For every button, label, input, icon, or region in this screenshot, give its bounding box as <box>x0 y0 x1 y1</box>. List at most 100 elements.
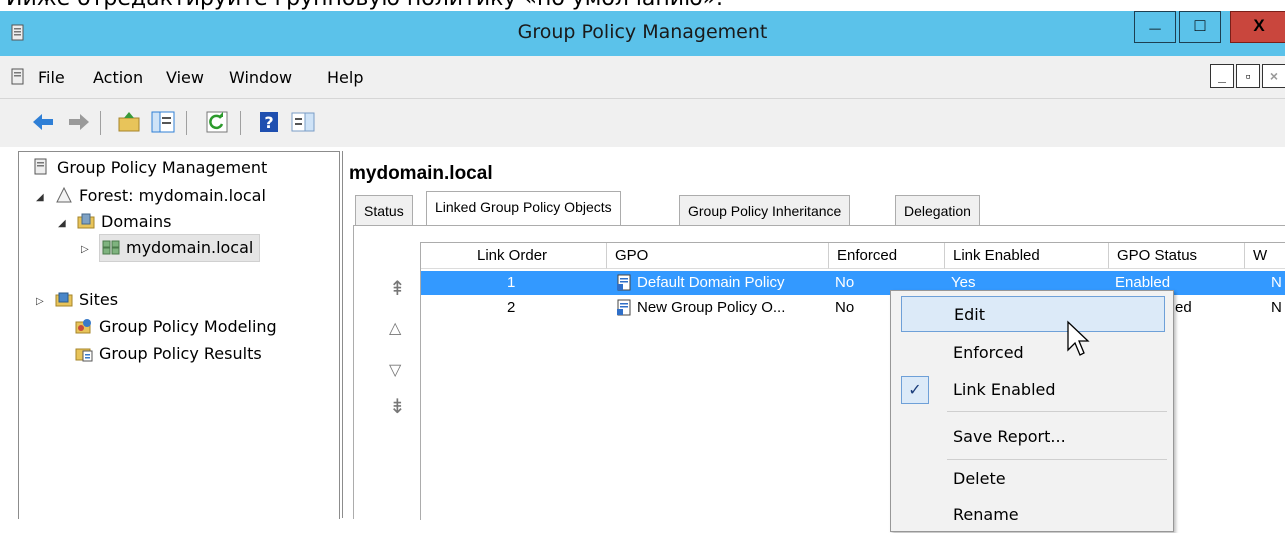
cell-gpo-name: New Group Policy O... <box>637 299 786 316</box>
gpo-script-icon <box>617 274 631 291</box>
page-title: mydomain.local <box>349 163 493 184</box>
column-header-gpo[interactable]: GPO <box>607 243 829 269</box>
column-header-link-order[interactable]: Link Order <box>421 243 607 269</box>
tree-label: Sites <box>79 290 119 309</box>
mdi-close-button[interactable]: × <box>1262 64 1285 88</box>
menu-action[interactable]: Action <box>93 68 143 87</box>
move-down-icon[interactable]: ▽ <box>389 360 401 380</box>
cell-link-order: 1 <box>507 274 516 291</box>
menu-item-label: Enforced <box>953 343 1024 362</box>
column-header-wmi[interactable]: W <box>1245 243 1285 269</box>
move-up-icon[interactable]: △ <box>389 318 401 338</box>
modeling-icon <box>75 319 91 334</box>
tree-item-modeling[interactable]: Group Policy Modeling <box>75 314 277 340</box>
tab-linked-gpos[interactable]: Linked Group Policy Objects <box>426 191 621 226</box>
svg-text:?: ? <box>264 113 273 132</box>
minimize-button[interactable]: _ <box>1134 10 1176 43</box>
tab-status[interactable]: Status <box>355 195 413 225</box>
title-bar: Group Policy Management _ □ X <box>0 10 1285 56</box>
mdi-minimize-button[interactable]: _ <box>1210 64 1234 88</box>
maximize-icon: □ <box>1194 15 1206 35</box>
column-header-link-enabled[interactable]: Link Enabled <box>945 243 1109 269</box>
tab-inheritance[interactable]: Group Policy Inheritance <box>679 195 851 225</box>
forest-icon <box>56 186 72 203</box>
toolbar-separator <box>240 111 241 135</box>
menu-item-save-report[interactable]: Save Report... <box>891 419 1173 455</box>
menu-item-enforced[interactable]: Enforced <box>891 335 1173 371</box>
show-action-pane-icon[interactable] <box>290 109 316 135</box>
menu-separator <box>947 459 1167 460</box>
cell-wmi: N <box>1271 274 1282 291</box>
menu-file[interactable]: File <box>38 68 65 87</box>
column-header-enforced[interactable]: Enforced <box>829 243 945 269</box>
toolbar-separator <box>186 111 187 135</box>
tree-item-domains[interactable]: Domains <box>77 209 171 235</box>
menu-view[interactable]: View <box>166 68 204 87</box>
results-icon <box>75 348 93 362</box>
maximize-button[interactable]: □ <box>1179 11 1221 43</box>
menu-item-label: Save Report... <box>953 427 1066 446</box>
back-icon[interactable] <box>30 109 56 135</box>
menu-item-link-enabled[interactable]: ✓ Link Enabled <box>891 372 1173 408</box>
expand-icon[interactable]: ▷ <box>81 244 89 255</box>
menu-item-edit[interactable]: Edit <box>901 296 1165 332</box>
mdi-restore-button[interactable]: ▫ <box>1236 64 1260 88</box>
toolbar: ? <box>0 99 1285 147</box>
caption-text: Ииже отредактируйте групповую политику «… <box>6 0 723 11</box>
tree-label: mydomain.local <box>126 238 254 257</box>
move-bottom-icon[interactable]: ⇟ <box>389 394 406 419</box>
close-button[interactable]: X <box>1230 11 1285 43</box>
sites-folder-icon <box>55 292 73 307</box>
forward-icon[interactable] <box>66 109 92 135</box>
cell-gpo-status: ed <box>1175 299 1192 316</box>
close-icon: X <box>1253 16 1265 35</box>
refresh-icon[interactable] <box>204 109 230 135</box>
help-icon[interactable]: ? <box>256 109 282 135</box>
minimize-icon: _ <box>1149 10 1161 32</box>
menu-item-label: Link Enabled <box>953 380 1056 399</box>
menu-item-label: Edit <box>954 305 985 324</box>
menu-item-label: Delete <box>953 469 1006 488</box>
tree-item-domain[interactable]: mydomain.local <box>99 234 261 262</box>
show-hide-tree-icon[interactable] <box>150 109 176 135</box>
menu-item-rename[interactable]: Rename <box>891 497 1173 533</box>
tree-label: Group Policy Modeling <box>99 317 277 336</box>
tab-delegation[interactable]: Delegation <box>895 195 980 225</box>
menu-separator <box>947 411 1167 412</box>
menu-bar: File Action View Window Help _ ▫ × <box>0 56 1285 99</box>
cell-gpo-name: Default Domain Policy <box>637 274 785 291</box>
checkmark-icon: ✓ <box>901 376 929 404</box>
collapse-icon[interactable]: ◢ <box>36 192 44 203</box>
cell-wmi: N <box>1271 299 1282 316</box>
mouse-cursor-icon <box>1067 320 1090 356</box>
menu-item-delete[interactable]: Delete <box>891 461 1173 497</box>
gpm-root-icon <box>34 158 47 175</box>
cell-enforced: No <box>835 274 855 291</box>
tree-label: Domains <box>101 212 172 231</box>
menu-item-label: Rename <box>953 505 1019 524</box>
tree-item-sites[interactable]: Sites <box>55 287 118 313</box>
tree-label: Forest: mydomain.local <box>79 186 266 205</box>
console-icon[interactable] <box>10 68 28 86</box>
gpo-script-icon <box>617 299 631 316</box>
tree-item-forest[interactable]: Forest: mydomain.local <box>55 183 266 209</box>
cell-enforced: No <box>835 299 855 316</box>
console-tree: Group Policy Management ◢ Forest: mydoma… <box>18 151 340 519</box>
column-header-gpo-status[interactable]: GPO Status <box>1109 243 1245 269</box>
tree-label: Group Policy Management <box>57 158 268 177</box>
menu-help[interactable]: Help <box>327 68 363 87</box>
up-folder-icon[interactable] <box>116 109 142 135</box>
domains-folder-icon <box>77 213 95 229</box>
collapse-icon[interactable]: ◢ <box>58 218 66 229</box>
cell-link-order: 2 <box>507 299 516 316</box>
context-menu: Edit Enforced ✓ Link Enabled Save Report… <box>890 290 1174 532</box>
move-top-icon[interactable]: ⇞ <box>389 276 406 301</box>
domain-icon <box>102 240 120 255</box>
menu-window[interactable]: Window <box>229 68 292 87</box>
toolbar-separator <box>100 111 101 135</box>
window-title: Group Policy Management <box>517 21 768 43</box>
tree-label: Group Policy Results <box>99 344 262 363</box>
tree-item-results[interactable]: Group Policy Results <box>75 341 262 367</box>
tree-item-gpm-root[interactable]: Group Policy Management <box>33 155 267 181</box>
expand-icon[interactable]: ▷ <box>36 296 44 307</box>
